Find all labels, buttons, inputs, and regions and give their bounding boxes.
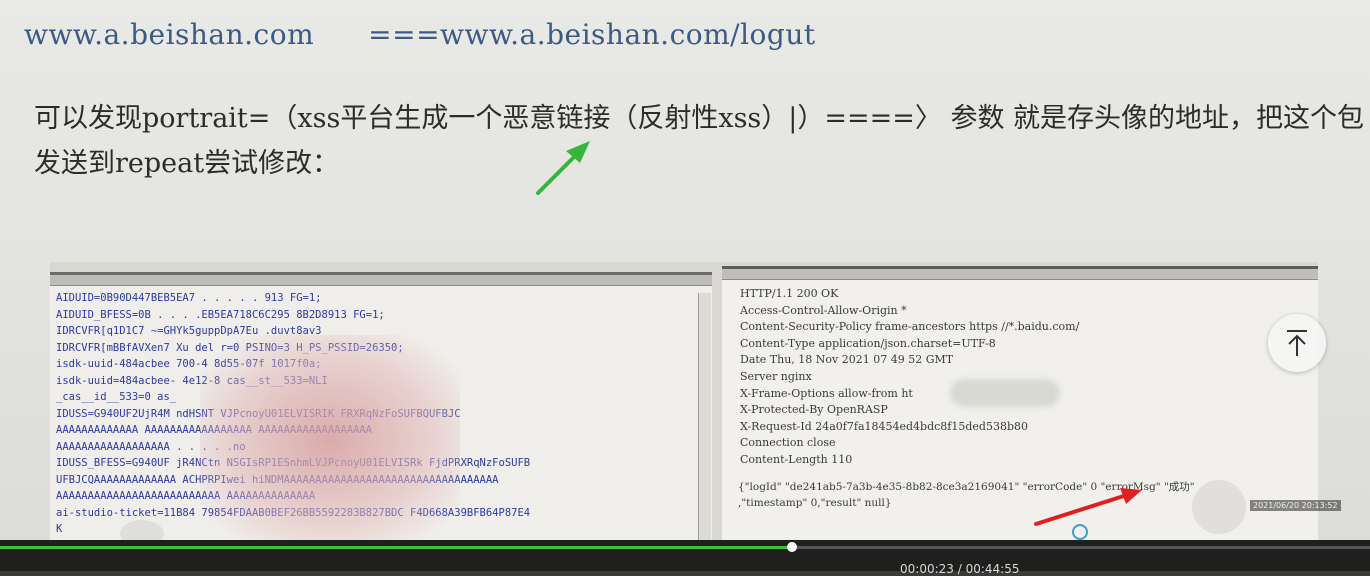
green-annotation-arrow-icon: [536, 141, 590, 195]
play-time: 00:00:23 / 00:44:55: [900, 562, 1020, 576]
video-player-bar: 00:00:23 / 00:44:55: [0, 540, 1370, 576]
request-scrollbar[interactable]: [698, 293, 711, 555]
response-tabs: [722, 269, 1318, 280]
arrow-up-to-top-icon: [1287, 330, 1307, 356]
response-header-line: Content-Security-Policy frame-ancestors …: [740, 320, 1080, 334]
request-line: AIDUID=0B90D447BEB5EA7 . . . . . 913 FG=…: [56, 292, 322, 304]
redacted-blur-host: [950, 379, 1060, 407]
red-annotation-arrow-icon: [1034, 488, 1142, 526]
response-headers: HTTP/1.1 200 OK Access-Control-Allow-Orig…: [722, 280, 1318, 469]
next-button-ghost[interactable]: [1192, 480, 1246, 534]
paragraph-line-1: 可以发现portrait=（xss平台生成一个恶意链接（反射性xss）|）===…: [34, 103, 1365, 134]
url-main: www.a.beishan.com: [24, 18, 315, 51]
response-header-line: Connection close: [740, 436, 836, 450]
mouse-cursor-ring: [1072, 524, 1088, 540]
url-logout: ===www.a.beishan.com/logut: [368, 18, 816, 51]
request-line: AIDUID_BFESS=0B . . . .EB5EA718C6C295 8B…: [56, 308, 385, 321]
scroll-to-top-button[interactable]: [1268, 314, 1326, 372]
response-header-line: Content-Length 110: [740, 452, 853, 466]
progress-handle[interactable]: [786, 542, 797, 552]
redacted-blur: [200, 335, 460, 545]
response-header-line: Access-Control-Allow-Origin *: [740, 303, 907, 317]
response-header-line: X-Request-Id 24a0f7fa18454ed4bdc8f15ded5…: [740, 419, 1028, 433]
response-header-line: HTTP/1.1 200 OK: [740, 287, 839, 300]
response-header-line: Date Thu, 18 Nov 2021 07 49 52 GMT: [740, 353, 954, 367]
paragraph-line-2: 发送到repeat尝试修改：: [34, 148, 340, 179]
response-header-line: Content-Type application/json.charset=UT…: [740, 336, 996, 350]
request-tabs: [50, 275, 712, 286]
url-line: www.a.beishan.com ===www.a.beishan.com/lo…: [24, 18, 816, 51]
request-panel: AIDUID=0B90D447BEB5EA7 . . . . . 913 FG=…: [50, 272, 712, 555]
progress-fill: [0, 546, 792, 549]
screenshot-timestamp: 2021/06/20 20:13:52: [1250, 500, 1341, 511]
document-page: www.a.beishan.com ===www.a.beishan.com/lo…: [0, 0, 1370, 555]
